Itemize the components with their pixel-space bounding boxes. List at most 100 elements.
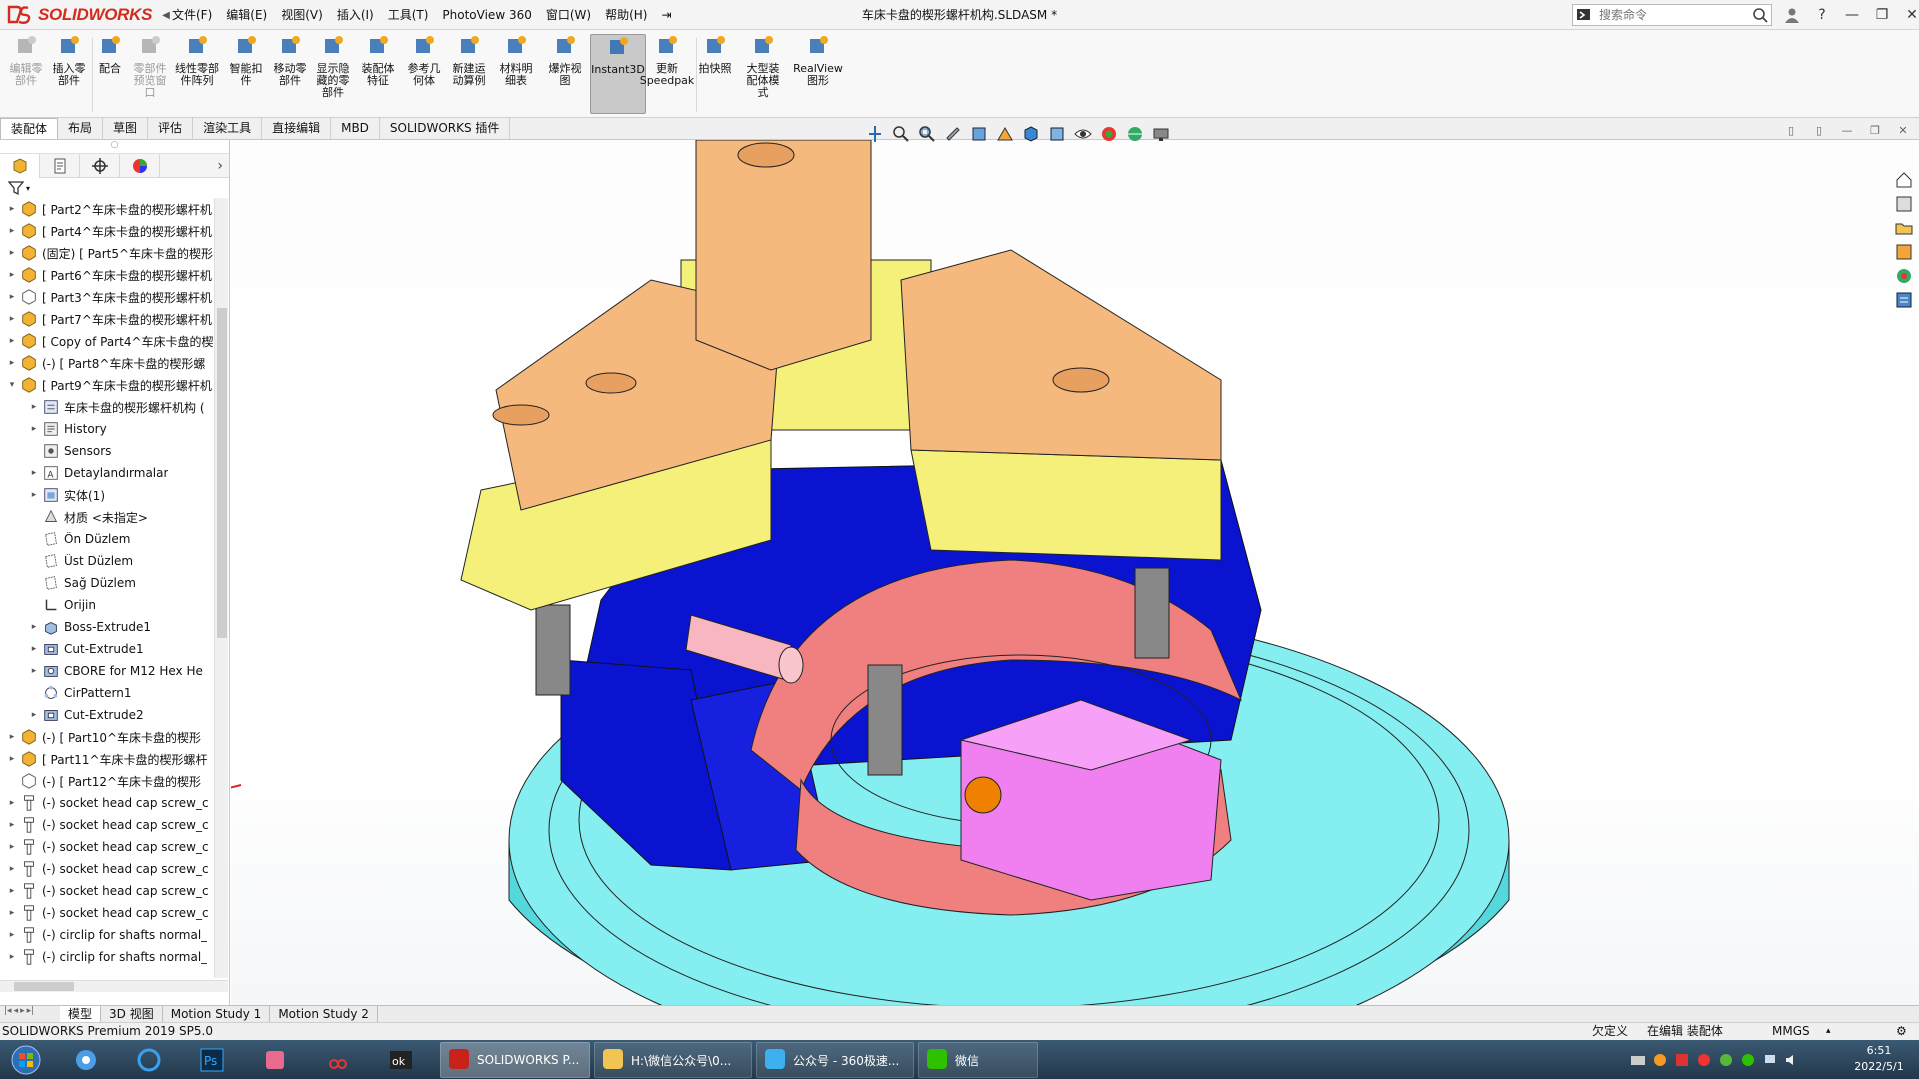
expand-arrow-icon[interactable]: ▸ <box>6 908 18 918</box>
expand-arrow-icon[interactable]: ▸ <box>6 226 18 236</box>
property-manager-tab[interactable] <box>40 153 80 178</box>
apply-scene-icon[interactable] <box>1125 124 1145 144</box>
command-tab[interactable]: 装配体 <box>0 118 59 139</box>
expand-arrow-icon[interactable]: ▸ <box>28 468 40 478</box>
360-guard-icon[interactable] <box>1718 1052 1734 1068</box>
tree-item[interactable]: ▸ (-) socket head cap screw_c <box>0 902 214 924</box>
collapse-arrow-icon[interactable]: ▾ <box>6 380 18 390</box>
bottom-tab[interactable]: Motion Study 1 <box>163 1006 271 1022</box>
ribbon-button-speedpak[interactable]: 更新 Speedpak <box>640 34 694 114</box>
ribbon-button-linear-pattern[interactable]: 线性零部 件阵列 <box>170 34 224 114</box>
ribbon-button-assembly-features[interactable]: 装配体 特征 <box>356 34 400 114</box>
command-tab[interactable]: SOLIDWORKS 插件 <box>380 118 511 139</box>
tree-item[interactable]: (-) [ Part12^车床卡盘的楔形 <box>0 770 214 792</box>
zoom-to-fit-icon[interactable] <box>891 124 911 144</box>
expand-arrow-icon[interactable]: ▸ <box>6 842 18 852</box>
panel-expand-arrow-icon[interactable]: › <box>217 158 223 174</box>
expand-arrow-icon[interactable]: ▸ <box>6 930 18 940</box>
expand-arrow-icon[interactable]: ▸ <box>6 754 18 764</box>
expand-arrow-icon[interactable]: ▸ <box>28 490 40 500</box>
tree-item[interactable]: ▸ (-) circlip for shafts normal_ <box>0 946 214 968</box>
doc-restore-button[interactable]: ❐ <box>1868 124 1882 138</box>
tree-item[interactable]: ▸ (-) socket head cap screw_c <box>0 836 214 858</box>
scrollbar-thumb[interactable] <box>217 308 227 638</box>
ribbon-button-exploded-view[interactable]: 爆炸视 图 <box>542 34 588 114</box>
ribbon-button-bom[interactable]: 材料明 细表 <box>494 34 538 114</box>
search-mode-icon[interactable] <box>1575 6 1593 24</box>
keyboard-icon[interactable] <box>1630 1052 1646 1068</box>
user-account-icon[interactable] <box>1782 5 1802 25</box>
tree-item[interactable]: ▸ (-) socket head cap screw_c <box>0 814 214 836</box>
security-icon[interactable] <box>1696 1052 1712 1068</box>
taskbar-pinned-4[interactable] <box>253 1043 297 1077</box>
search-input[interactable] <box>1595 8 1749 22</box>
graphics-area[interactable] <box>210 139 1919 1071</box>
file-explorer-icon[interactable] <box>1894 218 1914 238</box>
previous-view-icon[interactable] <box>943 124 963 144</box>
expand-arrow-icon[interactable]: ▸ <box>6 204 18 214</box>
tray-app-icon[interactable] <box>1652 1052 1668 1068</box>
tree-item[interactable]: ▾ [ Part9^车床卡盘的楔形螺杆机 <box>0 374 214 396</box>
bottom-tab[interactable]: 3D 视图 <box>101 1006 163 1022</box>
command-tab[interactable]: 评估 <box>148 118 194 139</box>
view-settings-icon[interactable] <box>1151 124 1171 144</box>
tree-item[interactable]: ▸ Cut-Extrude1 <box>0 638 214 660</box>
expand-arrow-icon[interactable]: ▸ <box>6 358 18 368</box>
minimize-button[interactable]: — <box>1842 5 1862 25</box>
pin-menu-icon[interactable]: ⇥ <box>654 0 678 30</box>
tree-item[interactable]: Ön Düzlem <box>0 528 214 550</box>
expand-arrow-icon[interactable]: ▸ <box>28 710 40 720</box>
search-icon[interactable] <box>1751 6 1769 24</box>
taskbar-pinned-2[interactable] <box>127 1043 171 1077</box>
taskbar-pinned-5[interactable] <box>316 1043 360 1077</box>
tree-item[interactable]: ▸ A Detaylandırmalar <box>0 462 214 484</box>
tile-right-icon[interactable]: ▯ <box>1812 124 1826 138</box>
unit-system[interactable]: MMGS <box>1772 1023 1810 1040</box>
ribbon-button-large-assembly[interactable]: 大型装 配体模 式 <box>738 34 788 114</box>
tree-item[interactable]: ▸ (-) socket head cap screw_c <box>0 880 214 902</box>
expand-arrow-icon[interactable]: ▸ <box>6 864 18 874</box>
display-style-icon[interactable] <box>1047 124 1067 144</box>
expand-arrow-icon[interactable]: ▸ <box>28 666 40 676</box>
menu-item[interactable]: PhotoView 360 <box>435 0 538 30</box>
tree-item[interactable]: ▸ [ Part2^车床卡盘的楔形螺杆机 <box>0 198 214 220</box>
expand-arrow-icon[interactable]: ▸ <box>6 248 18 258</box>
expand-arrow-icon[interactable]: ▸ <box>6 314 18 324</box>
wechat-tray-icon[interactable] <box>1740 1052 1756 1068</box>
tree-item[interactable]: ▸ [ Part11^车床卡盘的楔形螺杆 <box>0 748 214 770</box>
bottom-tab[interactable]: Motion Study 2 <box>270 1006 378 1022</box>
volume-icon[interactable] <box>1784 1052 1800 1068</box>
dynamic-annotation-icon[interactable] <box>995 124 1015 144</box>
custom-properties-icon[interactable] <box>1894 290 1914 310</box>
scrollbar-thumb[interactable] <box>14 982 74 991</box>
expand-arrow-icon[interactable]: ▸ <box>28 402 40 412</box>
tree-vertical-scrollbar[interactable] <box>214 198 228 978</box>
tree-item[interactable]: ▸ [ Part3^车床卡盘的楔形螺杆机 <box>0 286 214 308</box>
tree-item[interactable]: ▸ (固定) [ Part5^车床卡盘的楔形 <box>0 242 214 264</box>
assembly-model[interactable] <box>210 139 1919 1071</box>
ribbon-button-realview[interactable]: RealView 图形 <box>790 34 846 114</box>
tree-item[interactable]: CirPattern1 <box>0 682 214 704</box>
taskbar-pinned-1[interactable] <box>64 1043 108 1077</box>
expand-arrow-icon[interactable]: ▸ <box>6 292 18 302</box>
taskbar-app[interactable]: H:\微信公众号\0... <box>594 1042 752 1078</box>
close-button[interactable]: ✕ <box>1902 5 1919 25</box>
tree-horizontal-scrollbar[interactable] <box>0 980 228 992</box>
menu-item[interactable]: 文件(F) <box>165 0 219 30</box>
first-tab-icon[interactable]: |◂ <box>4 1006 12 1022</box>
taskbar-pinned-3[interactable]: Ps <box>190 1043 234 1077</box>
restore-button[interactable]: ❐ <box>1872 5 1892 25</box>
taskbar-app[interactable]: 微信 <box>918 1042 1038 1078</box>
ribbon-button-smart-fasteners[interactable]: 智能扣 件 <box>226 34 266 114</box>
tree-item[interactable]: ▸ (-) circlip for shafts normal_ <box>0 924 214 946</box>
view-palette-icon[interactable] <box>1894 242 1914 262</box>
tree-item[interactable]: ▸ 实体(1) <box>0 484 214 506</box>
expand-arrow-icon[interactable]: ▸ <box>6 952 18 962</box>
help-icon[interactable]: ? <box>1812 5 1832 25</box>
zoom-area-icon[interactable] <box>917 124 937 144</box>
expand-arrow-icon[interactable]: ▸ <box>6 732 18 742</box>
tree-item[interactable]: ▸ (-) socket head cap screw_c <box>0 792 214 814</box>
configuration-manager-tab[interactable] <box>80 153 120 178</box>
network-icon[interactable] <box>1762 1052 1778 1068</box>
menu-item[interactable]: 编辑(E) <box>219 0 274 30</box>
